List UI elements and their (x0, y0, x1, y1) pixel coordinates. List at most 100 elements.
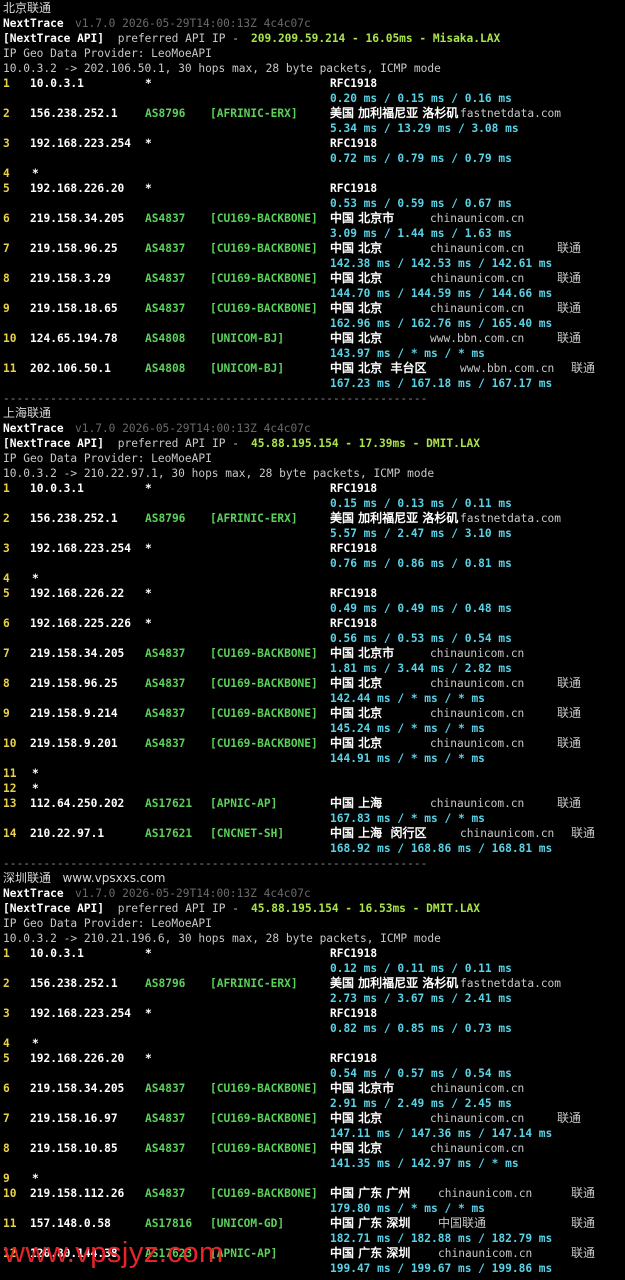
hop-latency-row: 0.72 ms / 0.79 ms / 0.79 ms (3, 151, 625, 166)
hop-number: 10 (3, 332, 17, 345)
hop-geo: 中国 上海 闵行区 (330, 826, 427, 840)
hop-asn: AS17816 (145, 1217, 193, 1230)
hop-tag: [AFRINIC-ERX] (210, 512, 298, 525)
hop-tag: [AFRINIC-ERX] (210, 107, 298, 120)
hop-ip: 219.158.3.29 (30, 272, 111, 285)
hop-latency-row: 2.73 ms / 3.67 ms / 2.41 ms (3, 991, 625, 1006)
hop-ip: 219.158.34.205 (30, 647, 125, 660)
hop-ip: 156.238.252.1 (30, 107, 118, 120)
hop-number: 6 (3, 1082, 10, 1095)
hop-geo: 中国 北京 (330, 1111, 383, 1125)
hop-geo: 中国 北京 (330, 241, 383, 255)
hop-tag: [CU169-BACKBONE] (210, 647, 318, 660)
route-summary: 10.0.3.2 -> 210.22.97.1, 30 hops max, 28… (3, 467, 435, 480)
hop-geo: 中国 北京 (330, 676, 383, 690)
hop-ip: 219.158.10.85 (30, 1142, 118, 1155)
hop-latency: 0.20 ms / 0.15 ms / 0.16 ms (330, 92, 512, 105)
trace-title-text: 北京联通 (3, 1, 52, 15)
hop-ip: 124.65.194.78 (30, 332, 118, 345)
hop-ip: 192.168.226.20 (30, 1052, 125, 1065)
hop-latency: 182.71 ms / 182.88 ms / 182.79 ms (330, 1232, 553, 1245)
hop-isp: 联通 (557, 331, 582, 345)
terminal-output: 北京联通 NextTrace v1.7.0 2026-05-29T14:00:13Z… (3, 1, 625, 1276)
hop-asn: AS4837 (145, 737, 186, 750)
hop-isp: 联通 (557, 241, 582, 255)
hop-latency: 199.47 ms / 199.67 ms / 199.86 ms (330, 1262, 553, 1275)
trace-title: 深圳联通 www.vpsxxs.com (3, 871, 625, 886)
hop-asn: AS4837 (145, 647, 186, 660)
hop-row: 11 202.106.50.1 AS4808 [UNICOM-BJ] 中国 北京 丰台区… (3, 361, 625, 376)
hop-number: 8 (3, 1142, 10, 1155)
hop-asn: AS4837 (145, 1142, 186, 1155)
hop-latency: 167.83 ms / * ms / * ms (330, 812, 485, 825)
hop-asn: AS4837 (145, 1082, 186, 1095)
route-line: 10.0.3.2 -> 210.22.97.1, 30 hops max, 28… (3, 466, 625, 481)
hop-number: 3 (3, 1007, 10, 1020)
hop-host: chinaunicom.cn (430, 797, 525, 810)
hop-number: 1 (3, 482, 10, 495)
hop-row: 5 192.168.226.20 * RFC1918 (3, 1051, 625, 1066)
hop-host: chinaunicom.cn (438, 1247, 533, 1260)
hop-tag: [CU169-BACKBONE] (210, 737, 318, 750)
hop-number: 4 (3, 167, 10, 180)
hop-isp: 联通 (557, 1111, 582, 1125)
app-name: NextTrace (3, 887, 64, 900)
hop-latency: 142.38 ms / 142.53 ms / 142.61 ms (330, 257, 553, 270)
hop-asn: AS4837 (145, 242, 186, 255)
hop-number: 13 (3, 797, 17, 810)
hop-row: 1 10.0.3.1 * RFC1918 (3, 481, 625, 496)
hop-ip: 219.158.96.25 (30, 242, 118, 255)
hop-isp: 联通 (571, 826, 596, 840)
hop-geo: 中国 北京 (330, 736, 383, 750)
hop-row: 7 219.158.34.205 AS4837 [CU169-BACKBONE] 中国 … (3, 646, 625, 661)
hop-host: www.bbn.com.cn (430, 332, 525, 345)
hop-latency-row: 0.76 ms / 0.86 ms / 0.81 ms (3, 556, 625, 571)
hop-asn: AS4837 (145, 302, 186, 315)
api-mid: preferred API IP - (111, 902, 246, 915)
app-header: NextTrace v1.7.0 2026-05-29T14:00:13Z 4c4… (3, 16, 625, 31)
hop-latency: 5.34 ms / 13.29 ms / 3.08 ms (330, 122, 519, 135)
hop-number: 8 (3, 677, 10, 690)
hop-asn: AS8796 (145, 512, 186, 525)
geo-provider-line: IP Geo Data Provider: LeoMoeAPI (3, 46, 625, 61)
hop-geo: 中国 北京市 (330, 646, 395, 660)
hop-row: 9 219.158.9.214 AS4837 [CU169-BACKBONE] 中国 北… (3, 706, 625, 721)
separator: ----------------------------------------… (3, 392, 428, 405)
geo-provider: IP Geo Data Provider: LeoMoeAPI (3, 47, 212, 60)
hop-latency: 141.35 ms / 142.97 ms / * ms (330, 1157, 519, 1170)
hop-latency-row: 145.24 ms / * ms / * ms (3, 721, 625, 736)
hop-latency-row: 168.92 ms / 168.86 ms / 168.81 ms (3, 841, 625, 856)
api-info: 45.88.195.154 - 16.53ms - DMIT.LAX (251, 902, 481, 915)
app-version: v1.7.0 2026-05-29T14:00:13Z 4c4c07c (75, 887, 311, 900)
hop-asn: AS4837 (145, 677, 186, 690)
api-line: [NextTrace API] preferred API IP - 209.2… (3, 31, 625, 46)
hop-row: 12 * (3, 781, 625, 796)
hop-number: 11 (3, 1217, 17, 1230)
hop-tag: [CU169-BACKBONE] (210, 707, 318, 720)
hop-asn: AS4808 (145, 362, 186, 375)
route-summary: 10.0.3.2 -> 210.21.196.6, 30 hops max, 2… (3, 932, 441, 945)
hop-row: 11 157.148.0.58 AS17816 [UNICOM-GD] 中国 广东 深圳… (3, 1216, 625, 1231)
hop-row: 6 219.158.34.205 AS4837 [CU169-BACKBONE] 中国 … (3, 1081, 625, 1096)
hop-latency: 3.09 ms / 1.44 ms / 1.63 ms (330, 227, 512, 240)
hop-row: 4 * (3, 1036, 625, 1051)
hop-latency-row: 1.81 ms / 3.44 ms / 2.82 ms (3, 661, 625, 676)
hop-latency-row: 143.97 ms / * ms / * ms (3, 346, 625, 361)
hop-asn: AS8796 (145, 977, 186, 990)
hop-ip: 219.158.18.65 (30, 302, 118, 315)
hop-geo: 中国 北京 (330, 271, 383, 285)
hop-ip: 219.158.96.25 (30, 677, 118, 690)
hop-number: 5 (3, 1052, 10, 1065)
hop-latency: 0.82 ms / 0.85 ms / 0.73 ms (330, 1022, 512, 1035)
hop-number: 6 (3, 617, 10, 630)
hop-asn: AS17621 (145, 827, 193, 840)
hop-tag: [CU169-BACKBONE] (210, 212, 318, 225)
hop-latency-row: 141.35 ms / 142.97 ms / * ms (3, 1156, 625, 1171)
hop-number: 4 (3, 572, 10, 585)
hop-row: 8 219.158.10.85 AS4837 [CU169-BACKBONE] 中国 北… (3, 1141, 625, 1156)
hop-tag: [CU169-BACKBONE] (210, 1112, 318, 1125)
hop-asn: AS17621 (145, 797, 193, 810)
hop-tag: [CU169-BACKBONE] (210, 677, 318, 690)
hop-asn-unknown: * (145, 482, 152, 495)
hop-ip: 219.158.9.201 (30, 737, 118, 750)
